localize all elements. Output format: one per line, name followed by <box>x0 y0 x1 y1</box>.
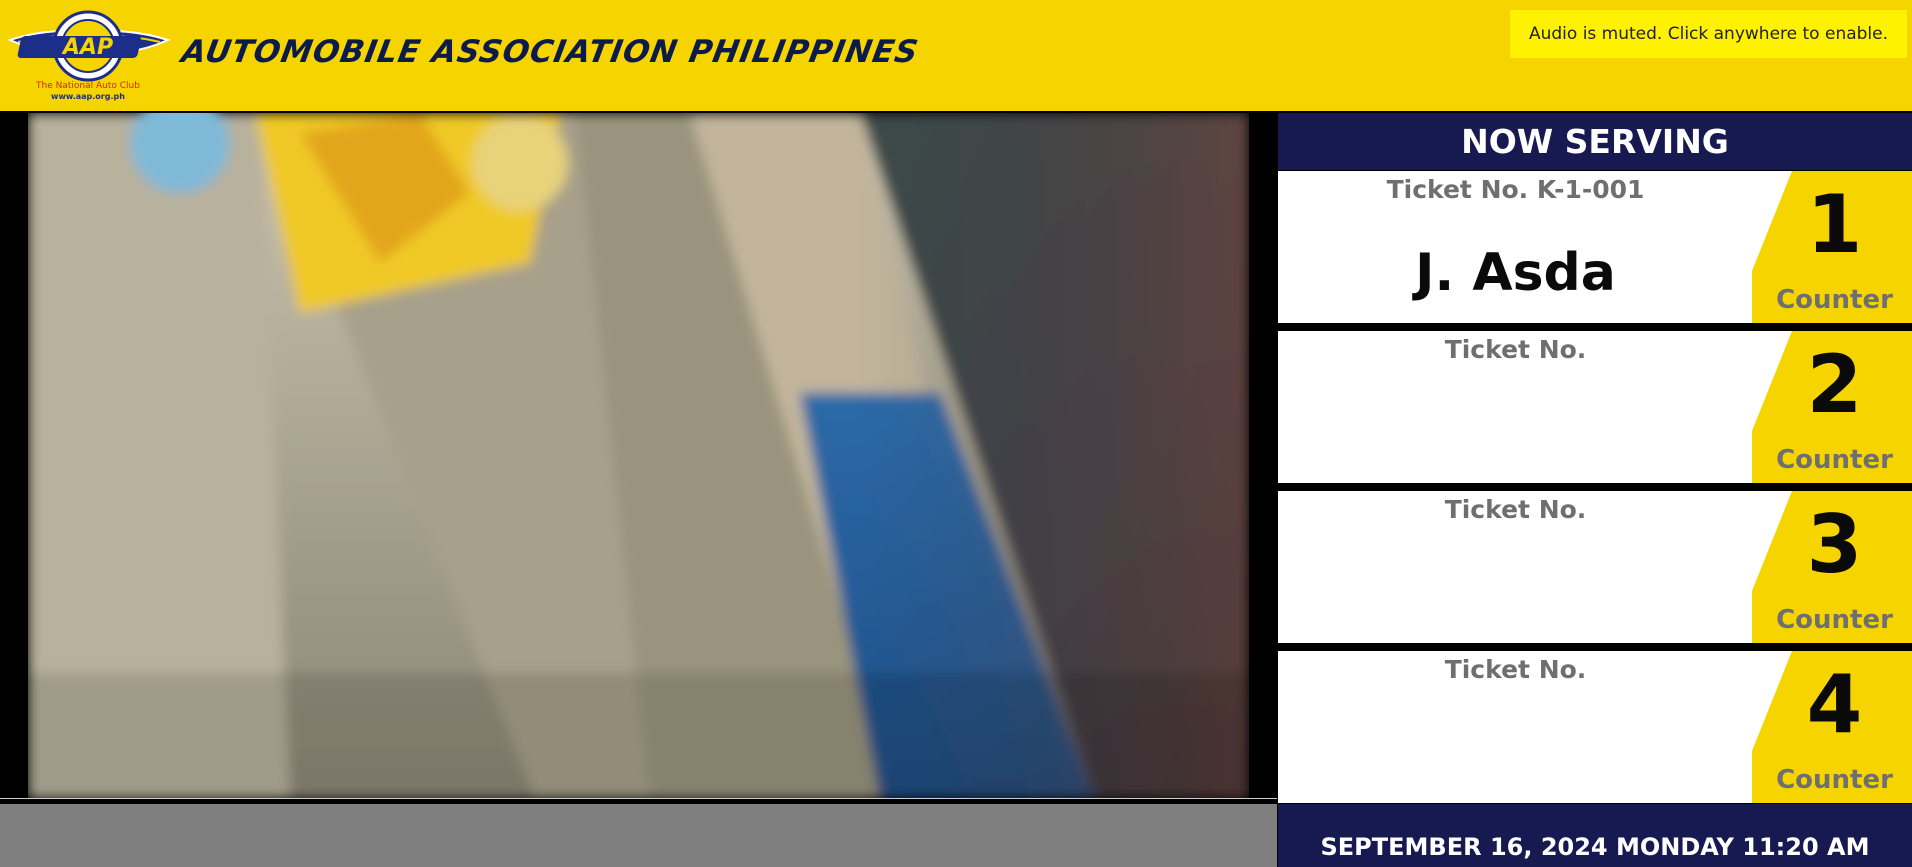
serving-slot-3: Ticket No. 3 Counter <box>1278 491 1912 643</box>
video-frame <box>0 113 1277 798</box>
counter-label: Counter <box>1776 285 1893 315</box>
aap-winged-emblem-icon: AAP The National Auto Club www.aap.org.p… <box>7 10 171 101</box>
counter-label: Counter <box>1776 605 1893 635</box>
counter-label: Counter <box>1776 445 1893 475</box>
ticket-number: Ticket No. <box>1444 655 1587 684</box>
now-serving-heading: NOW SERVING <box>1278 113 1912 170</box>
serving-slot-4: Ticket No. 4 Counter <box>1278 651 1912 803</box>
counter-label: Counter <box>1776 765 1893 795</box>
counter-number: 3 <box>1806 498 1863 591</box>
client-name: J. Asda <box>1415 243 1616 303</box>
counter-number: 4 <box>1806 658 1863 751</box>
serving-slot-1: Ticket No. K-1-001 J. Asda 1 Counter <box>1278 171 1912 323</box>
datetime-display: SEPTEMBER 16, 2024 MONDAY 11:20 AM <box>1278 804 1912 867</box>
ticket-number: Ticket No. K-1-001 <box>1386 175 1645 204</box>
counter-number: 1 <box>1806 178 1863 271</box>
counter-number: 2 <box>1806 338 1863 431</box>
audio-muted-notice[interactable]: Audio is muted. Click anywhere to enable… <box>1510 10 1907 58</box>
organization-title: AUTOMOBILE ASSOCIATION PHILIPPINES <box>178 34 922 70</box>
svg-text:www.aap.org.ph: www.aap.org.ph <box>51 92 125 101</box>
promo-video-player[interactable] <box>0 113 1277 799</box>
svg-text:AAP: AAP <box>61 35 113 60</box>
svg-text:The National Auto Club: The National Auto Club <box>35 81 140 91</box>
ticket-number: Ticket No. <box>1444 495 1587 524</box>
serving-slot-2: Ticket No. 2 Counter <box>1278 331 1912 483</box>
aap-logo: AAP The National Auto Club www.aap.org.p… <box>6 6 172 102</box>
ticker-bar <box>0 804 1277 867</box>
header-bar: AAP The National Auto Club www.aap.org.p… <box>0 0 1912 111</box>
ticket-number: Ticket No. <box>1444 335 1587 364</box>
now-serving-panel: NOW SERVING Ticket No. K-1-001 J. Asda 1… <box>1277 113 1912 867</box>
